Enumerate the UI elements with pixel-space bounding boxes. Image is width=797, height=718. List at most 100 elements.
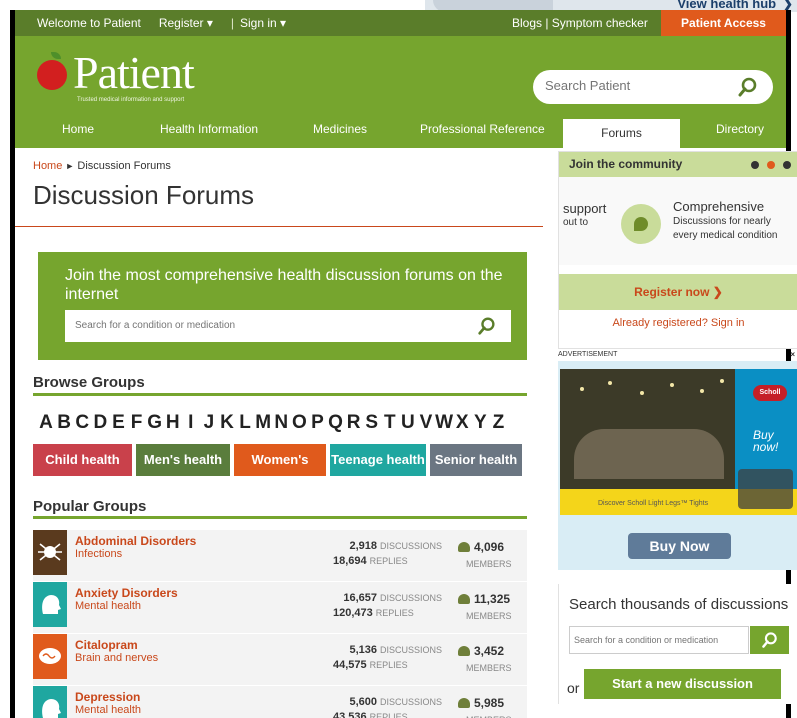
breadcrumb-current: Discussion Forums — [77, 160, 171, 172]
letter-y[interactable]: Y — [471, 412, 489, 434]
speech-bubble-icon — [621, 204, 661, 244]
register-menu[interactable]: Register ▾ — [159, 16, 213, 30]
advertisement-label: ADVERTISEMENT — [558, 351, 618, 358]
group-members: 3,452 — [458, 644, 504, 658]
condition-search-input[interactable] — [75, 320, 455, 331]
blogs-symptom-checker-link[interactable]: Blogs | Symptom checker — [512, 16, 648, 30]
category-teenage-health[interactable]: Teenage health — [330, 444, 426, 476]
carousel-dot-2[interactable] — [767, 161, 775, 169]
letter-s[interactable]: S — [363, 412, 381, 434]
ad-banner[interactable]: Scholl Buy now! Discover Scholl Light Le… — [558, 361, 797, 570]
already-registered-sign-in-link[interactable]: Already registered? Sign in — [559, 317, 797, 329]
group-category[interactable]: Mental health — [75, 600, 141, 612]
group-name[interactable]: Abdominal Disorders — [75, 534, 196, 548]
browse-groups-rule — [33, 393, 527, 396]
community-carousel: support out to Comprehensive Discussions… — [559, 177, 797, 265]
members-icon — [458, 646, 470, 656]
category-men-s-health[interactable]: Men's health — [136, 444, 230, 476]
register-now-button[interactable]: Register now ❯ — [559, 274, 797, 310]
popular-groups-heading: Popular Groups — [33, 498, 147, 515]
top-bar-separator: | — [230, 16, 234, 30]
letter-g[interactable]: G — [146, 412, 164, 434]
carousel-dot-1[interactable] — [751, 161, 759, 169]
group-name[interactable]: Depression — [75, 690, 140, 704]
letter-d[interactable]: D — [91, 412, 109, 434]
carousel-dot-3[interactable] — [783, 161, 791, 169]
ad-buy-now-text: Buy now! — [753, 428, 779, 454]
letter-u[interactable]: U — [399, 412, 417, 434]
nav-professional-reference[interactable]: Professional Reference — [420, 122, 545, 136]
group-name[interactable]: Anxiety Disorders — [75, 586, 178, 600]
slide-comprehensive-text: Discussions for nearly every medical con… — [673, 216, 778, 241]
letter-j[interactable]: J — [200, 412, 218, 434]
group-row[interactable]: Citalopram Brain and nerves 5,136 DISCUSSIO… — [33, 634, 527, 686]
letter-c[interactable]: C — [73, 412, 91, 434]
advertisement: ADVERTISEMENT × Scholl Buy now! Discover… — [558, 350, 797, 570]
category-senior-health[interactable]: Senior health — [430, 444, 522, 476]
discussion-search-input[interactable] — [574, 635, 744, 645]
letter-t[interactable]: T — [381, 412, 399, 434]
group-members: 4,096 — [458, 540, 504, 554]
group-category[interactable]: Infections — [75, 548, 122, 560]
popular-groups-rule — [33, 516, 527, 519]
members-icon — [458, 698, 470, 708]
nav-forums[interactable]: Forums — [563, 119, 680, 148]
search-icon[interactable] — [737, 76, 759, 98]
letter-p[interactable]: P — [308, 412, 326, 434]
letter-m[interactable]: M — [254, 412, 272, 434]
letter-i[interactable]: I — [182, 412, 200, 434]
letter-l[interactable]: L — [236, 412, 254, 434]
patient-access-button[interactable]: Patient Access — [661, 10, 786, 36]
condition-search — [65, 310, 511, 342]
group-discussions: 16,657 DISCUSSIONS — [343, 592, 442, 604]
nav-medicines[interactable]: Medicines — [313, 122, 367, 136]
site-search-input[interactable] — [545, 78, 735, 93]
discussion-search-button[interactable] — [750, 626, 789, 654]
group-discussions: 5,136 DISCUSSIONS — [349, 644, 442, 656]
search-icon[interactable] — [477, 316, 497, 336]
letter-r[interactable]: R — [345, 412, 363, 434]
group-row[interactable]: Anxiety Disorders Mental health 16,657 DISC… — [33, 582, 527, 634]
group-row[interactable]: Abdominal Disorders Infections 2,918 DISCUS… — [33, 530, 527, 582]
welcome-link[interactable]: Welcome to Patient — [37, 16, 141, 30]
title-divider — [15, 226, 543, 227]
sign-in-menu[interactable]: Sign in ▾ — [240, 16, 286, 30]
group-name[interactable]: Citalopram — [75, 638, 138, 652]
nav-home[interactable]: Home — [62, 122, 94, 136]
letter-f[interactable]: F — [127, 412, 145, 434]
nav-health-information[interactable]: Health Information — [160, 122, 258, 136]
letter-w[interactable]: W — [435, 412, 453, 434]
letter-v[interactable]: V — [417, 412, 435, 434]
browser-window: Welcome to Patient Register ▾ | Sign in … — [10, 10, 797, 718]
breadcrumb: Home ► Discussion Forums — [33, 160, 171, 172]
group-row[interactable]: Depression Mental health 5,600 DISCUSSIONS 4… — [33, 686, 527, 718]
logo-wordmark: Patient — [73, 47, 195, 98]
letter-h[interactable]: H — [164, 412, 182, 434]
close-ad-icon[interactable]: × — [790, 350, 795, 359]
group-category[interactable]: Mental health — [75, 704, 141, 716]
head-icon — [33, 686, 67, 718]
ad-tagline: Discover Scholl Light Legs™ Tights — [598, 500, 709, 507]
letter-x[interactable]: X — [453, 412, 471, 434]
ad-buy-now-button[interactable]: Buy Now — [628, 533, 731, 559]
popular-groups-list: Abdominal Disorders Infections 2,918 DISCUS… — [33, 530, 527, 718]
top-bar: Welcome to Patient Register ▾ | Sign in … — [15, 10, 786, 36]
letter-b[interactable]: B — [55, 412, 73, 434]
alphabet-index: ABCDEFGHIJKLMNOPQRSTUVWXYZ — [37, 412, 507, 434]
letter-z[interactable]: Z — [489, 412, 507, 434]
search-discussions-widget: Search thousands of discussions or Start… — [558, 584, 797, 704]
letter-n[interactable]: N — [272, 412, 290, 434]
nav-directory[interactable]: Directory — [716, 122, 764, 136]
group-category[interactable]: Brain and nerves — [75, 652, 158, 664]
letter-o[interactable]: O — [290, 412, 308, 434]
main-nav: Home Health Information Medicines Profes… — [15, 116, 786, 148]
category-child-health[interactable]: Child health — [33, 444, 132, 476]
join-forums-box: Join the most comprehensive health discu… — [38, 252, 527, 360]
breadcrumb-home[interactable]: Home — [33, 160, 62, 172]
category-women-s[interactable]: Women's — [234, 444, 326, 476]
letter-a[interactable]: A — [37, 412, 55, 434]
letter-k[interactable]: K — [218, 412, 236, 434]
letter-e[interactable]: E — [109, 412, 127, 434]
start-new-discussion-button[interactable]: Start a new discussion — [584, 669, 781, 699]
letter-q[interactable]: Q — [327, 412, 345, 434]
